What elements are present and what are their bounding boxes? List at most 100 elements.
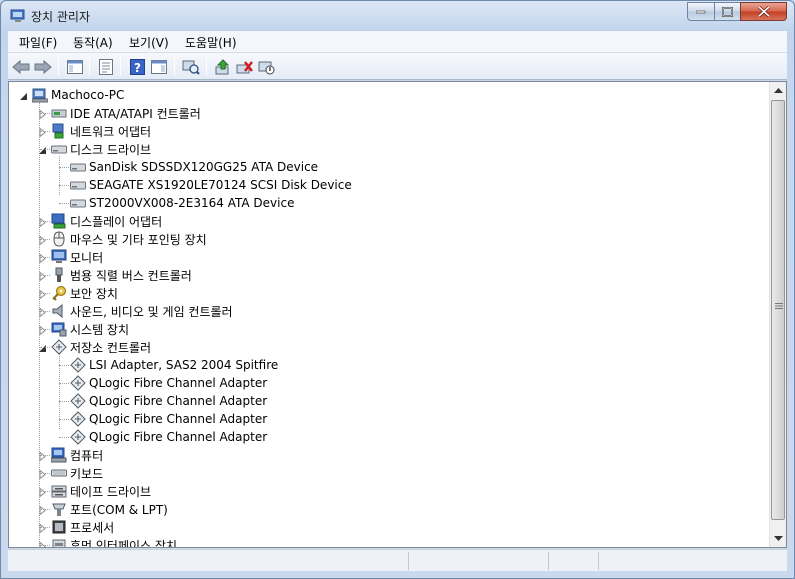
close-button[interactable] [740,2,787,21]
device-tree[interactable]: Machoco-PC IDE ATA/ATAPI 컨트롤러 네트워크 어댑터디스크 … [8,81,787,548]
properties-icon [99,58,113,75]
scroll-down-button[interactable] [770,530,786,547]
tree-node[interactable]: 휴먼 인터페이스 장치 [51,536,177,547]
vertical-scrollbar[interactable] [769,82,786,547]
disable-device-button[interactable] [257,57,277,76]
storage-controller-icon [70,411,86,427]
tree-node[interactable]: 범용 직렬 버스 컨트롤러 [51,266,192,284]
action-pane-button[interactable] [149,57,169,76]
close-icon [757,6,770,17]
tree-node-label: QLogic Fibre Channel Adapter [89,430,268,444]
tree-node[interactable]: 시스템 장치 [51,320,129,338]
tree-node[interactable]: 모니터 [51,248,103,266]
uninstall-device-icon [236,60,253,73]
tree-node-label: QLogic Fibre Channel Adapter [89,394,268,408]
scroll-up-button[interactable] [770,82,786,99]
maximize-button[interactable] [714,2,741,21]
scan-hardware-button[interactable] [181,57,201,76]
back-button[interactable] [11,57,31,76]
tree-node[interactable]: 마우스 및 기타 포인팅 장치 [51,230,207,248]
tree-node[interactable]: ST2000VX008-2E3164 ATA Device [70,194,294,212]
collapsed-chevron-icon [39,487,46,498]
uninstall-device-button[interactable] [235,57,255,76]
storage-controller-icon [70,357,86,373]
tree-line [40,131,50,132]
tree-node-label: LSI Adapter, SAS2 2004 Spitfire [89,358,279,372]
tree-node[interactable]: 프로세서 [51,518,114,536]
action-pane-icon [151,59,167,74]
help-button[interactable]: ? [127,57,147,76]
tree-node-label: 디스크 드라이브 [70,142,152,157]
scan-hardware-icon [182,60,200,75]
forward-button[interactable] [33,57,53,76]
scrollbar-thumb[interactable] [771,100,785,520]
storage-controller-icon [70,393,86,409]
disk-drive-icon [70,159,86,175]
storage-controller-icon [70,429,86,445]
tree-node[interactable]: 키보드 [51,464,103,482]
tree-node[interactable]: QLogic Fibre Channel Adapter [70,392,267,410]
device-manager-app-icon [10,9,26,23]
toolbar-separator [120,57,121,76]
network-adapter-icon [51,123,67,139]
toolbar: ? [8,53,787,80]
tree-node[interactable]: 테이프 드라이브 [51,482,151,500]
chevron-up-icon [773,87,783,93]
forward-arrow-icon [34,59,52,74]
status-cell [408,552,548,570]
tree-node[interactable]: 저장소 컨트롤러 [51,338,151,356]
tree-node-label: IDE ATA/ATAPI 컨트롤러 [70,106,201,121]
storage-controller-icon [70,375,86,391]
storage-controller-icon [51,339,67,355]
menu-view[interactable]: 보기(V) [129,34,169,51]
tree-expander[interactable] [38,540,47,547]
hid-icon [51,537,67,547]
svg-text:?: ? [134,61,141,75]
minimize-button[interactable] [687,2,715,21]
title-bar[interactable]: 장치 관리자 [1,1,794,30]
console-tree-button[interactable] [65,57,85,76]
collapsed-chevron-icon [39,307,46,318]
tree-node[interactable]: 디스플레이 어댑터 [51,212,162,230]
menu-action[interactable]: 동작(A) [73,34,113,51]
tree-node-label: 마우스 및 기타 포인팅 장치 [70,232,207,247]
tree-node[interactable]: 컴퓨터 [51,446,103,464]
collapsed-chevron-icon [39,271,46,282]
monitor-icon [51,249,67,265]
tree-node-label: QLogic Fibre Channel Adapter [89,412,268,426]
expanded-chevron-icon [39,345,46,352]
status-cell [598,552,786,570]
tree-node-label: 모니터 [70,250,104,265]
tree-line [59,167,69,168]
menu-help[interactable]: 도움말(H) [185,34,237,51]
tree-node[interactable]: SEAGATE XS1920LE70124 SCSI Disk Device [70,176,352,194]
tree-line [59,365,69,366]
tree-node[interactable]: IDE ATA/ATAPI 컨트롤러 [51,104,201,122]
tree-node[interactable]: SanDisk SDSSDX120GG25 ATA Device [70,158,318,176]
tree-node[interactable]: 사운드, 비디오 및 게임 컨트롤러 [51,302,233,320]
tree-node[interactable]: QLogic Fibre Channel Adapter [70,410,267,428]
tree-line [40,347,50,348]
collapsed-chevron-icon [39,217,46,228]
tree-node[interactable]: QLogic Fibre Channel Adapter [70,374,267,392]
tree-node[interactable]: QLogic Fibre Channel Adapter [70,428,267,446]
tree-node[interactable]: 보안 장치 [51,284,118,302]
computer-icon [51,447,67,463]
tree-node[interactable]: LSI Adapter, SAS2 2004 Spitfire [70,356,278,374]
properties-button[interactable] [96,57,116,76]
menu-file[interactable]: 파일(F) [19,34,57,51]
update-driver-button[interactable] [213,57,233,76]
tree-node[interactable]: 네트워크 어댑터 [51,122,151,140]
usb-controller-icon [51,267,67,283]
tree-line [59,401,69,402]
disk-drive-icon [51,141,67,157]
tree-node[interactable]: 디스크 드라이브 [51,140,151,158]
system-device-icon [51,321,67,337]
tree-node[interactable]: 포트(COM & LPT) [51,500,168,518]
tree-expander[interactable] [19,90,28,100]
ide-controller-icon [51,105,67,121]
tree-node-label: QLogic Fibre Channel Adapter [89,376,268,390]
tree-line [40,293,50,294]
tree-node[interactable]: Machoco-PC [32,86,124,104]
tree-node-label: 컴퓨터 [70,448,104,463]
